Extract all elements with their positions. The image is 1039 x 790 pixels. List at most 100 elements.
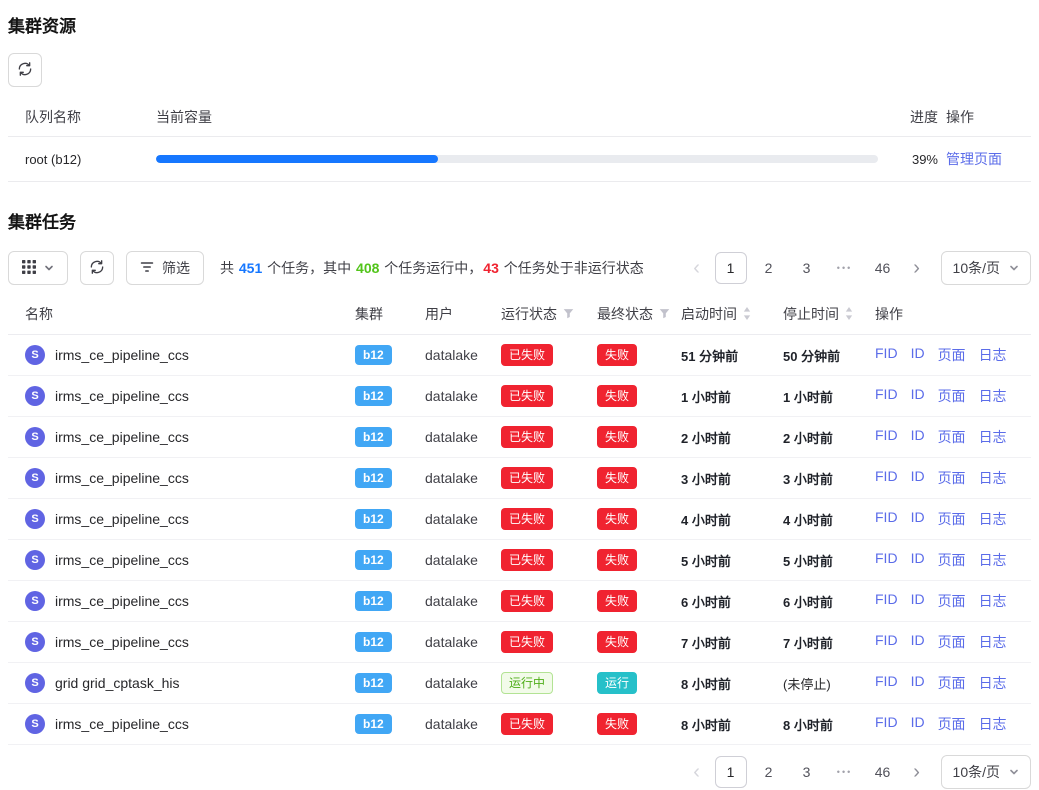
action-link-fid[interactable]: FID xyxy=(875,632,898,652)
action-link-log[interactable]: 日志 xyxy=(979,427,1007,447)
action-link-id[interactable]: ID xyxy=(911,509,925,529)
column-header-stop-time[interactable]: 停止时间 xyxy=(783,304,875,324)
action-link-id[interactable]: ID xyxy=(911,427,925,447)
pagination-page-46[interactable]: 46 xyxy=(867,252,899,284)
sort-icon[interactable] xyxy=(743,307,751,320)
final-status-badge: 失败 xyxy=(597,549,637,571)
tasks-refresh-button[interactable] xyxy=(80,251,114,285)
action-link-log[interactable]: 日志 xyxy=(979,632,1007,652)
stop-time: 8 小时前 xyxy=(783,715,875,734)
column-header-run-status[interactable]: 运行状态 xyxy=(501,304,597,324)
final-status-badge: 运行 xyxy=(597,672,637,694)
action-link-log[interactable]: 日志 xyxy=(979,673,1007,693)
resources-refresh-button[interactable] xyxy=(8,53,42,87)
action-link-fid[interactable]: FID xyxy=(875,468,898,488)
manage-page-link[interactable]: 管理页面 xyxy=(946,151,1002,167)
pagination-page-2[interactable]: 2 xyxy=(753,756,785,788)
final-status-badge: 失败 xyxy=(597,344,637,366)
task-row: Sirms_ce_pipeline_ccsb12datalake已失败失败8 小… xyxy=(8,704,1031,745)
page-size-select[interactable]: 10条/页 xyxy=(941,251,1031,285)
action-link-page[interactable]: 页面 xyxy=(938,632,966,652)
action-link-id[interactable]: ID xyxy=(911,345,925,365)
action-link-page[interactable]: 页面 xyxy=(938,427,966,447)
pagination-page-2[interactable]: 2 xyxy=(753,252,785,284)
action-link-fid[interactable]: FID xyxy=(875,591,898,611)
column-header-final-status[interactable]: 最终状态 xyxy=(597,304,681,324)
action-link-fid[interactable]: FID xyxy=(875,345,898,365)
action-link-log[interactable]: 日志 xyxy=(979,591,1007,611)
pagination-page-1[interactable]: 1 xyxy=(715,756,747,788)
pagination-page-3[interactable]: 3 xyxy=(791,252,823,284)
task-name-cell: Sirms_ce_pipeline_ccs xyxy=(25,632,355,652)
tasks-toolbar: 筛选 共 451 个任务，其中 408 个任务运行中，43 个任务处于非运行状态… xyxy=(8,251,1031,285)
action-link-fid[interactable]: FID xyxy=(875,427,898,447)
action-link-page[interactable]: 页面 xyxy=(938,591,966,611)
cluster-cell: b12 xyxy=(355,632,425,652)
action-link-id[interactable]: ID xyxy=(911,673,925,693)
action-link-log[interactable]: 日志 xyxy=(979,509,1007,529)
action-link-page[interactable]: 页面 xyxy=(938,714,966,734)
task-name: irms_ce_pipeline_ccs xyxy=(55,470,189,486)
pagination-prev[interactable]: ‹ xyxy=(685,756,709,788)
action-link-page[interactable]: 页面 xyxy=(938,673,966,693)
sort-icon[interactable] xyxy=(845,307,853,320)
layout-dropdown-button[interactable] xyxy=(8,251,68,285)
refresh-icon xyxy=(17,61,33,80)
page-size-label: 10条/页 xyxy=(953,762,1000,782)
action-link-page[interactable]: 页面 xyxy=(938,550,966,570)
final-status-cell: 失败 xyxy=(597,344,681,366)
summary-text: 个任务运行中， xyxy=(380,260,482,276)
cluster-cell: b12 xyxy=(355,345,425,365)
column-header-start-time[interactable]: 启动时间 xyxy=(681,304,783,324)
running-task-count: 408 xyxy=(356,260,379,276)
action-link-id[interactable]: ID xyxy=(911,632,925,652)
column-header-name: 名称 xyxy=(25,304,355,324)
cluster-badge: b12 xyxy=(355,345,392,365)
pagination-page-46[interactable]: 46 xyxy=(867,756,899,788)
action-link-page[interactable]: 页面 xyxy=(938,386,966,406)
app-grid-icon xyxy=(22,260,36,277)
cluster-badge: b12 xyxy=(355,714,392,734)
cluster-cell: b12 xyxy=(355,468,425,488)
run-status-cell: 已失败 xyxy=(501,426,597,448)
action-link-log[interactable]: 日志 xyxy=(979,345,1007,365)
final-status-cell: 失败 xyxy=(597,426,681,448)
action-link-page[interactable]: 页面 xyxy=(938,345,966,365)
action-link-id[interactable]: ID xyxy=(911,591,925,611)
pagination-page-3[interactable]: 3 xyxy=(791,756,823,788)
action-link-log[interactable]: 日志 xyxy=(979,468,1007,488)
final-status-cell: 失败 xyxy=(597,508,681,530)
action-link-fid[interactable]: FID xyxy=(875,386,898,406)
action-link-page[interactable]: 页面 xyxy=(938,468,966,488)
filter-funnel-icon[interactable] xyxy=(563,308,574,319)
task-name-cell: Sirms_ce_pipeline_ccs xyxy=(25,591,355,611)
action-link-fid[interactable]: FID xyxy=(875,714,898,734)
action-link-log[interactable]: 日志 xyxy=(979,550,1007,570)
task-summary: 共 451 个任务，其中 408 个任务运行中，43 个任务处于非运行状态 xyxy=(220,258,644,278)
filter-button[interactable]: 筛选 xyxy=(126,251,204,285)
action-link-id[interactable]: ID xyxy=(911,550,925,570)
final-status-badge: 失败 xyxy=(597,713,637,735)
action-link-log[interactable]: 日志 xyxy=(979,714,1007,734)
action-link-fid[interactable]: FID xyxy=(875,509,898,529)
run-status-badge: 已失败 xyxy=(501,590,553,612)
action-link-fid[interactable]: FID xyxy=(875,673,898,693)
run-status-cell: 已失败 xyxy=(501,344,597,366)
action-link-fid[interactable]: FID xyxy=(875,550,898,570)
start-time: 4 小时前 xyxy=(681,510,783,529)
action-link-id[interactable]: ID xyxy=(911,714,925,734)
stop-time: 1 小时前 xyxy=(783,387,875,406)
page-size-select[interactable]: 10条/页 xyxy=(941,755,1031,789)
action-link-page[interactable]: 页面 xyxy=(938,509,966,529)
task-user: datalake xyxy=(425,552,501,568)
action-link-id[interactable]: ID xyxy=(911,468,925,488)
action-link-id[interactable]: ID xyxy=(911,386,925,406)
pagination-page-1[interactable]: 1 xyxy=(715,252,747,284)
filter-funnel-icon[interactable] xyxy=(659,308,670,319)
pagination-prev[interactable]: ‹ xyxy=(685,252,709,284)
task-avatar: S xyxy=(25,714,45,734)
pagination-next[interactable]: › xyxy=(905,756,929,788)
actions-cell: FID ID 页面日志 xyxy=(875,345,1014,365)
action-link-log[interactable]: 日志 xyxy=(979,386,1007,406)
pagination-next[interactable]: › xyxy=(905,252,929,284)
